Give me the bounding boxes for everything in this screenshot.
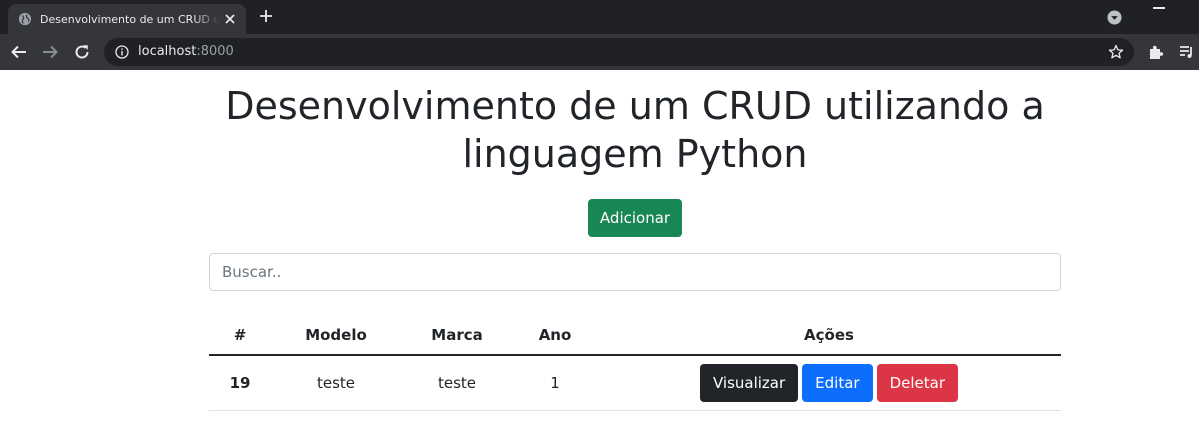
plus-icon[interactable] [257, 7, 275, 25]
delete-button[interactable]: Deletar [876, 363, 959, 402]
cell-marca: teste [401, 355, 513, 411]
star-icon[interactable] [1108, 44, 1124, 60]
page-title: Desenvolvimento de um CRUD utilizando a … [225, 84, 1045, 176]
table-row: 19 teste teste 1 Visualizar Editar Delet… [209, 355, 1061, 411]
cell-id: 19 [209, 355, 271, 411]
globe-icon [18, 12, 32, 26]
forward-arrow-icon[interactable] [41, 43, 59, 61]
cell-modelo: teste [271, 355, 401, 411]
url-text: localhost:8000 [138, 44, 234, 59]
header-modelo: Modelo [271, 316, 401, 356]
reload-icon[interactable] [73, 43, 91, 61]
tab-strip: Desenvolvimento de um CRUD utilizando a … [0, 0, 1199, 34]
close-icon[interactable] [222, 11, 238, 27]
edit-button[interactable]: Editar [802, 363, 873, 402]
header-marca: Marca [401, 316, 513, 356]
browser-tab[interactable]: Desenvolvimento de um CRUD utilizando a … [8, 4, 246, 34]
browser-toolbar: localhost:8000 [0, 34, 1199, 70]
header-acoes: Ações [597, 316, 1061, 356]
url-host: localhost [138, 44, 197, 59]
add-button[interactable]: Adicionar [588, 199, 682, 237]
view-button[interactable]: Visualizar [699, 363, 799, 402]
cars-table: # Modelo Marca Ano Ações 19 teste teste … [209, 316, 1061, 411]
header-id: # [209, 316, 271, 356]
chevron-down-icon[interactable] [1107, 10, 1122, 25]
search-input[interactable] [209, 253, 1061, 291]
address-bar[interactable]: localhost:8000 [104, 38, 1134, 66]
info-icon[interactable] [115, 45, 129, 59]
back-arrow-icon[interactable] [10, 43, 28, 61]
media-icon[interactable] [1178, 43, 1196, 61]
header-ano: Ano [513, 316, 597, 356]
cell-ano: 1 [513, 355, 597, 411]
table-header-row: # Modelo Marca Ano Ações [209, 316, 1061, 356]
puzzle-icon[interactable] [1147, 43, 1165, 61]
tab-title: Desenvolvimento de um CRUD utilizando a … [40, 12, 220, 26]
url-port: :8000 [196, 44, 234, 59]
row-actions: Visualizar Editar Deletar [597, 363, 1061, 402]
cell-actions: Visualizar Editar Deletar [597, 355, 1061, 411]
minimize-button[interactable] [1153, 7, 1165, 9]
